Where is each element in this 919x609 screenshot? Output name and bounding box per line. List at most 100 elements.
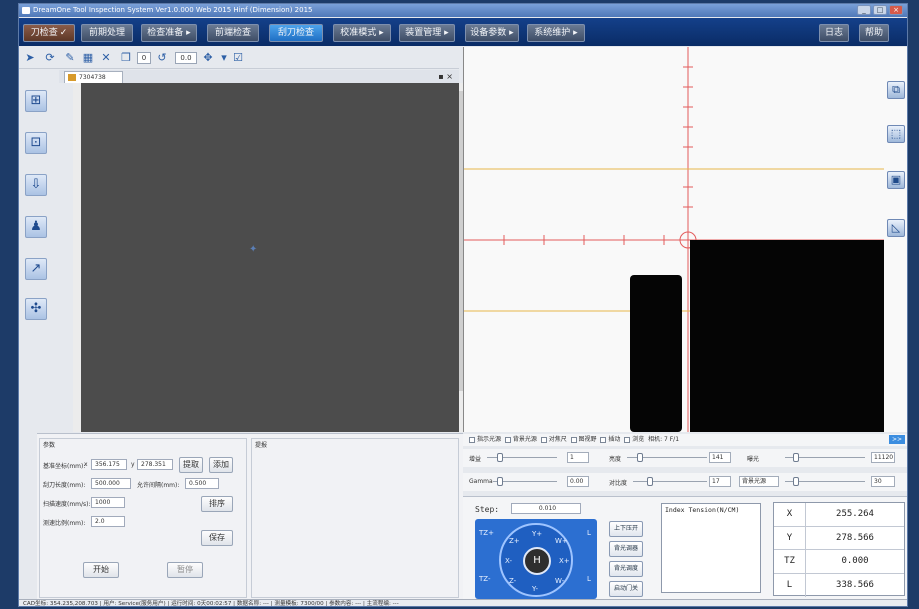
menu-front-check[interactable]: 前端检查 — [207, 24, 259, 42]
gamma-value[interactable]: 0.00 — [567, 476, 589, 487]
brightness-slider-knob[interactable] — [637, 453, 643, 462]
light-value[interactable]: 30 — [871, 476, 895, 487]
step-input[interactable]: 0.010 — [511, 503, 581, 514]
press-open-button[interactable]: 上下压开 — [609, 521, 643, 537]
close-tab-icon[interactable]: ▪ × — [438, 70, 453, 83]
backlight-adjust-button[interactable]: 背光调器 — [609, 541, 643, 557]
window-title: DreamOne Tool Inspection System Ver1.0.0… — [33, 6, 313, 14]
y-plus-button[interactable]: Y+ — [532, 530, 542, 538]
copy-icon[interactable]: ❐ — [119, 51, 133, 65]
menu-system-maintain[interactable]: 系统维护 ▸ — [527, 24, 585, 42]
coord-row-l: L 338.566 — [774, 573, 904, 597]
edit-icon[interactable]: ✎ — [63, 51, 77, 65]
z-minus-button[interactable]: Z- — [509, 577, 516, 585]
camera-tools: ⧉ ⬚ ▣ ◺ — [883, 47, 907, 432]
exposure-slider-knob[interactable] — [793, 453, 799, 462]
toolbar-field-2[interactable]: 0.0 — [175, 52, 197, 64]
import-icon[interactable]: ⇩ — [25, 174, 47, 196]
l-up-button[interactable]: L — [587, 529, 591, 537]
arrow-tool-icon[interactable]: ↗ — [25, 258, 47, 280]
notes-group — [251, 438, 459, 598]
spacing-input[interactable]: 0.500 — [185, 478, 219, 489]
brightness-value[interactable]: 141 — [709, 452, 731, 463]
cb-background-light[interactable]: 背景光源 — [504, 436, 537, 443]
refresh-icon[interactable]: ⟳ — [43, 51, 57, 65]
delete-icon[interactable]: ✕ — [99, 51, 113, 65]
params-title: 参数 — [43, 442, 56, 449]
ratio-label: 测速比例(mm): — [43, 520, 86, 527]
cb-browse[interactable]: 浏览 — [624, 436, 644, 443]
pause-button[interactable]: 暂停 — [167, 562, 203, 578]
fit-view-icon[interactable]: ⬚ — [887, 125, 905, 143]
user-tool-icon[interactable]: ♟ — [25, 216, 47, 238]
z-plus-button[interactable]: Z+ — [509, 537, 520, 545]
close-button[interactable]: × — [889, 5, 903, 15]
minimize-button[interactable]: _ — [857, 5, 871, 15]
cb-view-field[interactable]: 图视野 — [570, 436, 597, 443]
w-plus-button[interactable]: W+ — [555, 537, 568, 545]
contrast-slider-knob[interactable] — [647, 477, 653, 486]
gain-value[interactable]: 1 — [567, 452, 589, 463]
menu-help[interactable]: 帮助 — [859, 24, 889, 42]
coord-row-tz: TZ 0.000 — [774, 550, 904, 574]
w-minus-button[interactable]: W- — [555, 577, 564, 585]
maximize-button[interactable]: □ — [873, 5, 887, 15]
menu-calibration[interactable]: 校准模式 ▸ — [333, 24, 391, 42]
sort-button[interactable]: 排序 — [201, 496, 233, 512]
light-slider-knob[interactable] — [793, 477, 799, 486]
y-minus-button[interactable]: Y- — [532, 585, 538, 593]
measure-icon[interactable]: ◺ — [887, 219, 905, 237]
menu-tool-inspection[interactable]: 刀检查 ✓ — [23, 24, 75, 42]
contrast-slider[interactable] — [633, 481, 707, 482]
speed-input[interactable]: 1000 — [91, 497, 125, 508]
add-button[interactable]: 添加 — [209, 457, 233, 473]
y-input[interactable]: 278.351 — [137, 459, 173, 470]
menu-device-manage[interactable]: 装置管理 ▸ — [399, 24, 455, 42]
tool-length-input[interactable]: 500.000 — [91, 478, 131, 489]
snapshot-icon[interactable]: ⧉ — [887, 81, 905, 99]
toolbar-field-1[interactable]: 0 — [137, 52, 151, 64]
save-button[interactable]: 保存 — [201, 530, 233, 546]
menu-device-params[interactable]: 设备参数 ▸ — [465, 24, 519, 42]
gain-slider-knob[interactable] — [497, 453, 503, 462]
image-icon[interactable]: ▣ — [887, 171, 905, 189]
menu-log[interactable]: 日志 — [819, 24, 849, 42]
contrast-value[interactable]: 17 — [709, 476, 731, 487]
cad-canvas[interactable]: ✦ — [73, 83, 469, 432]
confirm-icon[interactable]: ☑ — [231, 51, 245, 65]
cb-indicator-light[interactable]: 指示光源 — [469, 436, 501, 443]
exposure-value[interactable]: 11120 — [871, 452, 895, 463]
dropdown-icon[interactable]: ▾ — [217, 51, 231, 65]
start-button[interactable]: 开始 — [83, 562, 119, 578]
door-close-button[interactable]: 启动门关 — [609, 581, 643, 597]
backlight-degree-button[interactable]: 背光调度 — [609, 561, 643, 577]
home-button[interactable]: H — [523, 547, 551, 575]
step-label: Step: — [475, 505, 500, 514]
cb-drag[interactable]: 插动 — [600, 436, 620, 443]
l-down-button[interactable]: L — [587, 575, 591, 583]
ratio-input[interactable]: 2.0 — [91, 516, 125, 527]
menu-check-prepare[interactable]: 检查准备 ▸ — [141, 24, 197, 42]
x-plus-button[interactable]: X+ — [559, 557, 570, 565]
expand-button[interactable]: >> — [889, 435, 905, 444]
tz-minus-button[interactable]: TZ- — [479, 575, 490, 583]
points-tool-icon[interactable]: ✣ — [25, 298, 47, 320]
light-select[interactable]: 背景光源 — [739, 476, 779, 487]
grid-icon[interactable]: ▦ — [81, 51, 95, 65]
place-marker-icon[interactable]: ⊞ — [25, 90, 47, 112]
extract-button[interactable]: 提取 — [179, 457, 203, 473]
pointer-icon[interactable]: ➤ — [23, 51, 37, 65]
rotate-icon[interactable]: ↺ — [155, 51, 169, 65]
align-icon[interactable]: ⊡ — [25, 132, 47, 154]
menu-preprocess[interactable]: 前期处理 — [81, 24, 133, 42]
camera-view[interactable]: ⧉ ⬚ ▣ ◺ — [463, 47, 907, 432]
x-minus-button[interactable]: X- — [505, 557, 512, 565]
slider-row-2: Gamma 0.00 对比度 17 背景光源 30 — [463, 473, 907, 491]
menu-blade-check[interactable]: 刮刀检查 — [269, 24, 323, 42]
x-input[interactable]: 356.175 — [91, 459, 127, 470]
gamma-slider-knob[interactable] — [497, 477, 503, 486]
doc-tab[interactable]: 7304738 — [64, 71, 123, 83]
tz-plus-button[interactable]: TZ+ — [479, 529, 494, 537]
cb-focus-ruler[interactable]: 对焦尺 — [540, 436, 567, 443]
move-icon[interactable]: ✥ — [201, 51, 215, 65]
